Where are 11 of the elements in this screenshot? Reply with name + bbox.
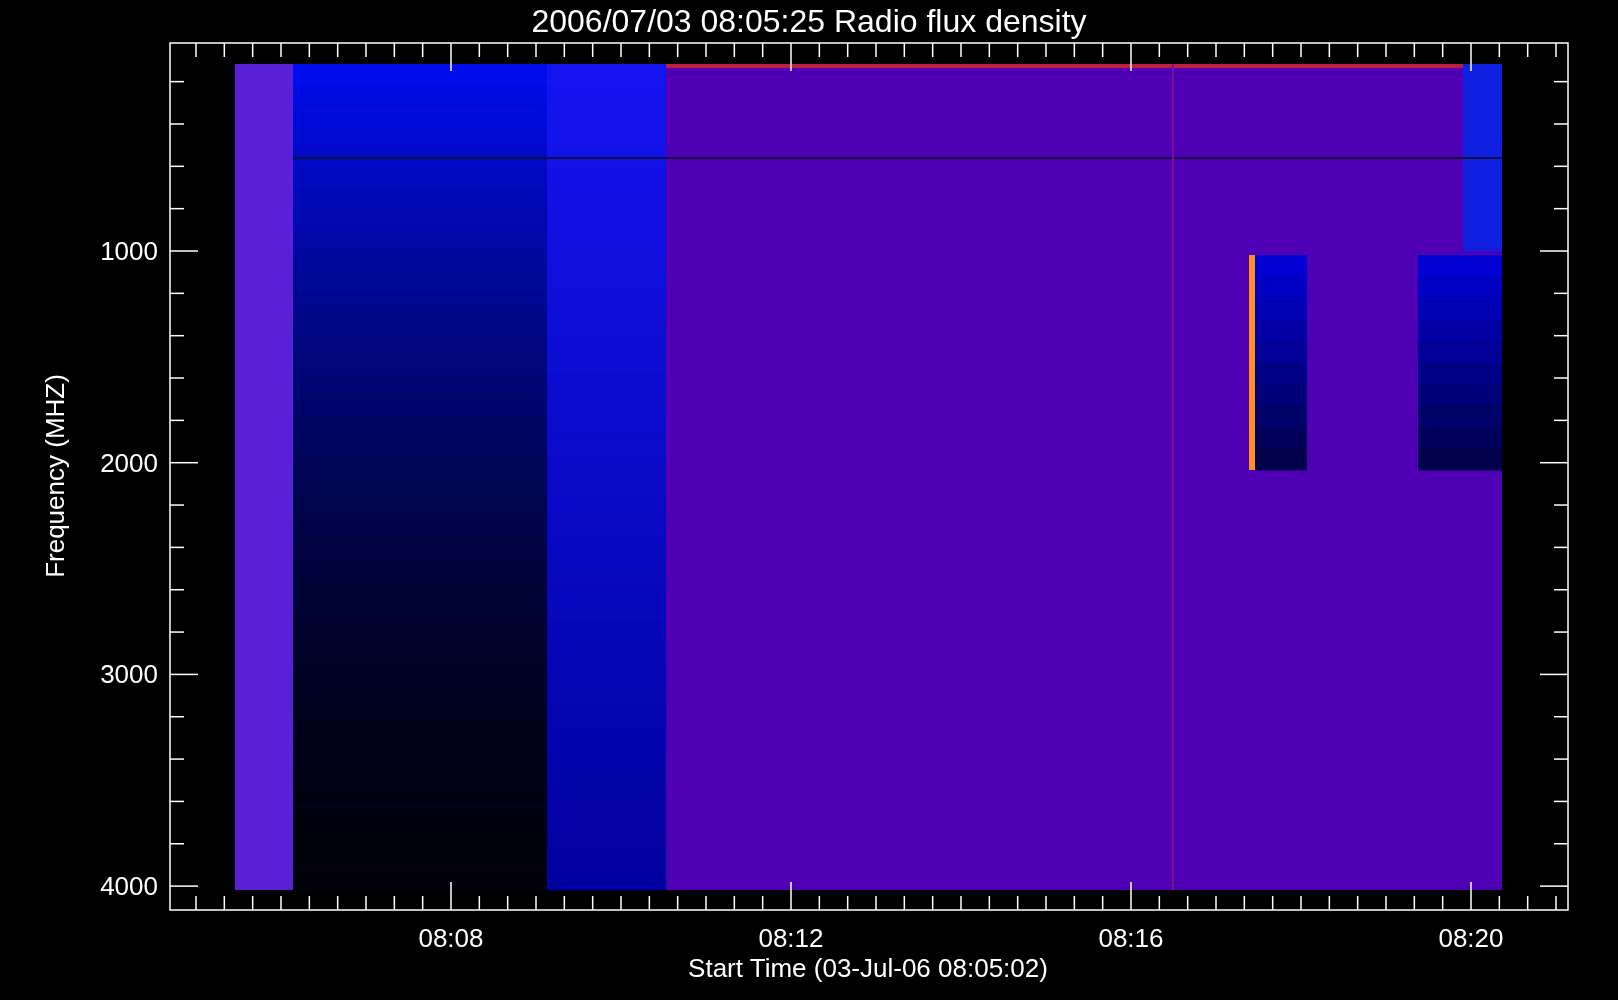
x-tick-label: 08:12 — [758, 923, 824, 953]
x-tick-label: 08:08 — [418, 923, 484, 953]
x-tick-label: 08:20 — [1438, 923, 1504, 953]
y-tick-label: 1000 — [100, 236, 158, 266]
y-axis-label: Frequency (MHZ) — [40, 374, 70, 578]
y-tick-label: 2000 — [100, 447, 158, 478]
x-axis-label: Start Time (03-Jul-06 08:05:02) — [688, 953, 1048, 983]
y-tick-label: 4000 — [100, 871, 158, 902]
chart-title: 2006/07/03 08:05:25 Radio flux density — [531, 3, 1087, 39]
y-tick-label: 3000 — [100, 659, 158, 690]
x-tick-label: 08:16 — [1098, 923, 1164, 953]
